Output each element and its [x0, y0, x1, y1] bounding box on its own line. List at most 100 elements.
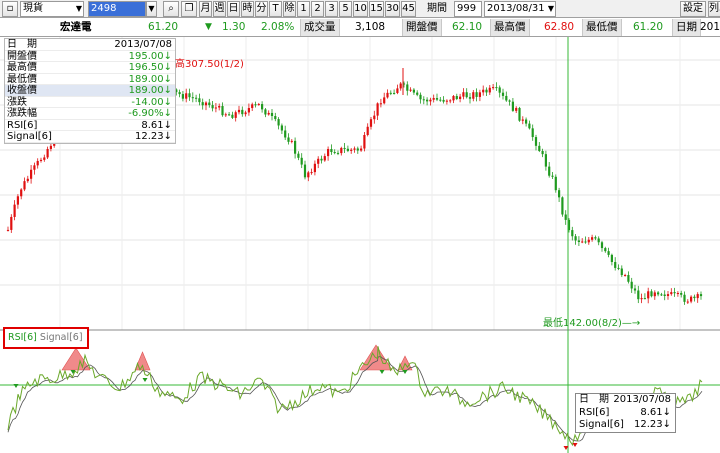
chevron-down-icon: ▼ [148, 4, 155, 13]
signal-markers [13, 370, 578, 450]
candle-body [501, 92, 505, 96]
candle-body [49, 145, 52, 149]
period-button-30[interactable]: 30 [385, 1, 400, 17]
info-row-value: -6.90%↓ [128, 108, 172, 119]
info-row-value: 189.00↓ [128, 85, 172, 96]
candle-body [630, 281, 633, 289]
candle-body [508, 100, 511, 102]
period-button-分[interactable]: 分 [255, 1, 268, 17]
period-button-時[interactable]: 時 [241, 1, 254, 17]
candle-body [393, 92, 396, 94]
candle-body [287, 137, 290, 142]
crosshair-tooltip: 日 期 2013/07/08 RSI[6] 8.61↓ Signal[6] 12.23↓ [575, 393, 676, 433]
symbol-dropdown-button[interactable]: ▼ [146, 1, 157, 17]
toolbar: ▫ 現貨 ▼ 2498 ▼ ⌕ ❐ 月週日時分 T 除 1 2 3 5 10 15 30 45 期間… [0, 0, 720, 18]
candle-body [228, 114, 231, 116]
candle-body [660, 294, 663, 296]
candle-body [498, 87, 501, 93]
period-button-月[interactable]: 月 [199, 1, 212, 17]
print-label: 列印 [709, 3, 720, 14]
candle-body [673, 292, 676, 294]
print-button[interactable]: 列印 [708, 1, 720, 17]
candle-body [627, 275, 630, 282]
candle-body [511, 101, 514, 111]
candle-body [617, 267, 620, 269]
period-button-週[interactable]: 週 [213, 1, 226, 17]
tooltip-row-value: 8.61↓ [640, 406, 671, 418]
candle-body [221, 106, 224, 116]
candle-body [587, 239, 590, 243]
candle-body [43, 157, 46, 160]
candle-body [541, 151, 544, 155]
period-input[interactable]: 999 [454, 1, 482, 17]
candle-body [683, 294, 686, 302]
candle-body [6, 229, 10, 231]
candle-body [363, 135, 366, 149]
period-button-45[interactable]: 45 [401, 1, 416, 17]
menu-button[interactable]: ▫ [2, 1, 18, 17]
candle-body [33, 165, 36, 170]
copy-button[interactable]: ❐ [181, 1, 197, 17]
period-button-2[interactable]: 2 [311, 1, 324, 17]
date-value: 2013 [700, 21, 720, 33]
period-button-日[interactable]: 日 [227, 1, 240, 17]
candle-body [485, 89, 488, 93]
candle-body [379, 103, 382, 105]
candle-body [505, 95, 508, 101]
info-row-label: 日 期 [7, 39, 37, 50]
candle-body [333, 152, 336, 154]
candle-body [254, 104, 257, 106]
tooltip-row-label: 日 期 [579, 394, 609, 405]
settings-button[interactable]: 設定 [680, 1, 706, 17]
down-arrow-icon: ▼ [205, 22, 212, 32]
market-select[interactable]: 現貨 ▼ [20, 1, 84, 17]
search-button[interactable]: ⌕ [163, 1, 179, 17]
info-row: 漲跌幅 -6.90%↓ [5, 108, 175, 120]
date-select[interactable]: 2013/08/31 ▼ [484, 1, 556, 17]
candle-body [366, 126, 369, 136]
candle-body [663, 294, 666, 296]
candle-body [237, 109, 241, 113]
info-row-value: 12.23↓ [134, 131, 172, 142]
period-button-T[interactable]: T [269, 1, 282, 17]
period-button-3[interactable]: 3 [325, 1, 338, 17]
candle-body [396, 88, 399, 94]
info-row-label: 最高價 [7, 62, 37, 73]
info-row: 漲跌 -14.00↓ [5, 96, 175, 108]
candle-body [558, 190, 561, 198]
period-button-5[interactable]: 5 [339, 1, 352, 17]
candle-body [386, 92, 389, 98]
symbol-input[interactable]: 2498 [88, 1, 146, 17]
candle-body [406, 84, 409, 91]
period-button-1[interactable]: 1 [297, 1, 310, 17]
info-row-label: 漲跌 [7, 96, 27, 108]
candle-body [633, 288, 637, 291]
indicator-legend[interactable]: RSI[6] Signal[6] [3, 327, 89, 349]
candle-body [650, 291, 653, 297]
candle-body [429, 99, 432, 102]
period-button-15[interactable]: 15 [369, 1, 384, 17]
candle-body [201, 102, 204, 106]
candle-body [284, 130, 287, 138]
tooltip-row-value: 2013/07/08 [613, 394, 671, 405]
candle-body [353, 148, 356, 150]
candle-body [178, 92, 181, 95]
signal-marker [402, 370, 408, 374]
period-button-10[interactable]: 10 [353, 1, 368, 17]
candle-body [604, 248, 607, 252]
candle-body [538, 145, 541, 152]
high-value: 62.80 [544, 21, 575, 33]
candle-body [274, 116, 277, 120]
candle-body [690, 296, 693, 302]
candle-body [373, 115, 376, 120]
candle-body [561, 197, 564, 215]
candle-body [340, 147, 343, 154]
candle-body [597, 238, 600, 243]
change-value: 1.30 [222, 21, 246, 33]
low-label: 最低價 [582, 19, 622, 36]
candle-body [422, 99, 425, 101]
period-button-除[interactable]: 除 [283, 1, 296, 17]
candle-body [188, 93, 191, 98]
candle-body [495, 87, 498, 89]
high-price-marker: 高307.50(1/2) [175, 59, 244, 70]
